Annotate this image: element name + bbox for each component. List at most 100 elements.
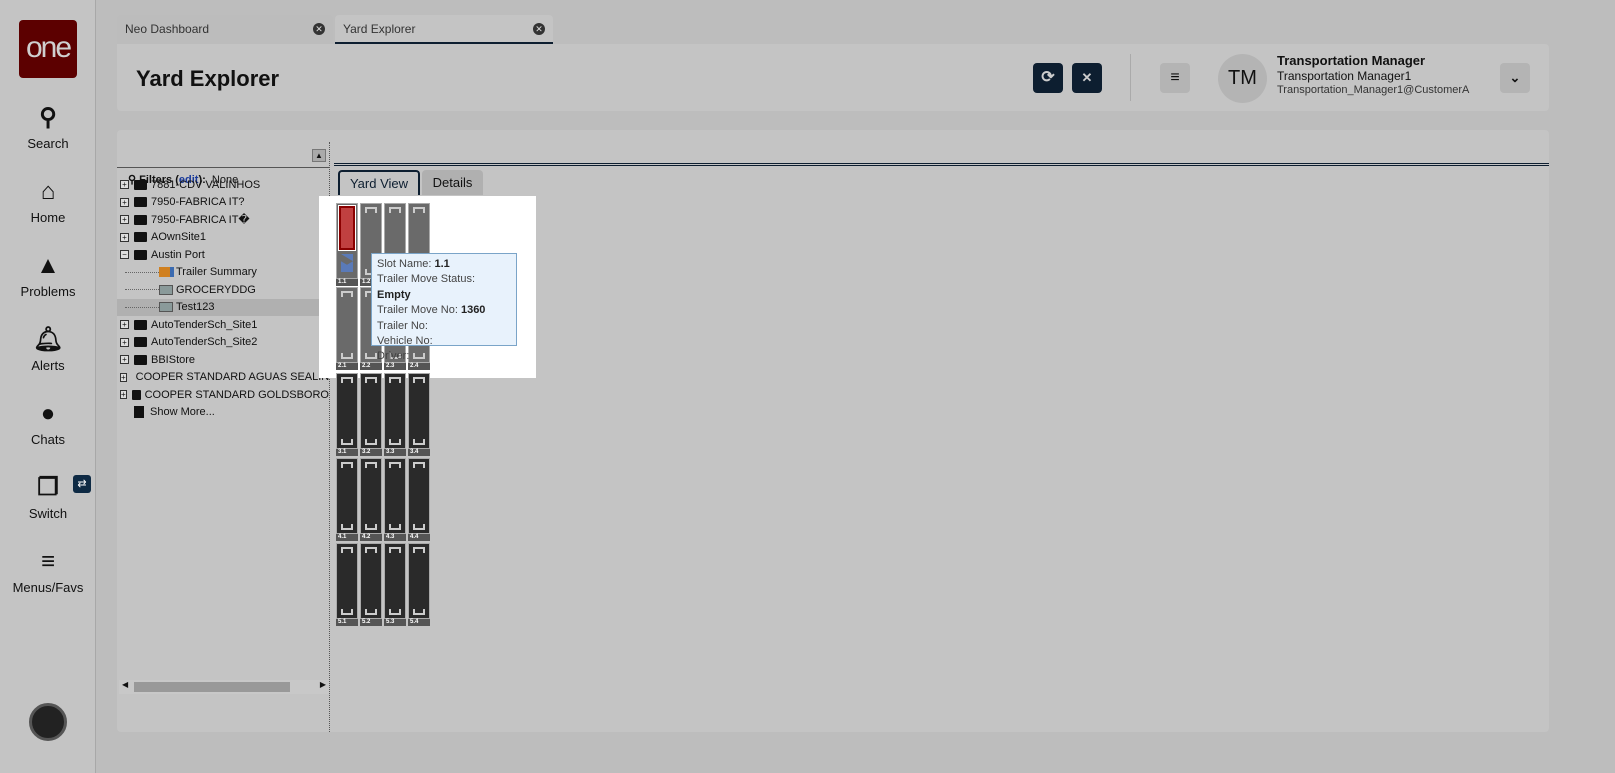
yard-slot[interactable]: [336, 203, 358, 279]
tab-yard-explorer[interactable]: Yard Explorer ✕: [335, 15, 553, 44]
nav-alerts[interactable]: 🔔︎ Alerts: [0, 326, 96, 373]
folder-icon: [134, 337, 147, 347]
yard-slot[interactable]: [408, 543, 430, 619]
tooltip-driver: Driver:: [377, 350, 410, 363]
tree-item[interactable]: + COOPER STANDARD AGUAS SEALING: [117, 369, 329, 386]
expand-icon[interactable]: +: [120, 337, 129, 347]
close-tab-icon[interactable]: ✕: [313, 23, 325, 35]
tree-item[interactable]: GROCERYDDG: [117, 281, 329, 298]
tooltip-trailer-no: Trailer No:: [377, 319, 428, 332]
slot-marker: [365, 353, 377, 359]
expand-icon[interactable]: +: [120, 320, 129, 329]
assistant-avatar-icon[interactable]: [29, 703, 67, 741]
nav-label: Problems: [20, 284, 76, 299]
tree-item[interactable]: + BBIStore: [117, 351, 329, 368]
horizontal-scrollbar[interactable]: ◀ ▶: [119, 680, 329, 694]
tree-item-label: COOPER STANDARD AGUAS SEALING: [135, 371, 329, 383]
slot-marker: [341, 353, 353, 359]
nav-problems[interactable]: ▲ Problems: [0, 252, 96, 299]
divider: [1130, 54, 1131, 101]
expand-icon[interactable]: +: [120, 390, 127, 399]
collapse-button[interactable]: ▲: [312, 149, 326, 162]
tree-item[interactable]: + AOwnSite1: [117, 229, 329, 246]
tree-item[interactable]: + AutoTenderSch_Site2: [117, 334, 329, 351]
truck-icon: [159, 267, 174, 277]
slot-marker: [341, 547, 353, 553]
nav-home[interactable]: ⌂ Home: [0, 178, 96, 225]
tree-item[interactable]: Trailer Summary: [117, 264, 329, 281]
tree-item[interactable]: + COOPER STANDARD GOLDSBORO: [117, 386, 329, 403]
refresh-button[interactable]: ⟳: [1033, 63, 1063, 93]
expand-icon[interactable]: +: [120, 372, 127, 382]
nav-label: Switch: [28, 506, 68, 521]
tree-item-label: Trailer Summary: [176, 266, 257, 278]
collapse-icon[interactable]: −: [120, 250, 129, 259]
yard-icon: [159, 284, 173, 295]
tree-item[interactable]: +7881-CDV VALINHOS: [117, 176, 329, 193]
tree-item[interactable]: + AutoTenderSch_Site1: [117, 316, 329, 333]
tree-item-label: AutoTenderSch_Site2: [151, 336, 258, 348]
truck-icon: [341, 254, 353, 272]
slot-marker: [341, 291, 353, 297]
slot-marker: [413, 462, 425, 468]
tree-item[interactable]: Test123: [117, 298, 329, 316]
nav-chats[interactable]: ● Chats: [0, 400, 96, 447]
tree-item-label: BBIStore: [151, 353, 196, 366]
close-button[interactable]: ✕: [1072, 63, 1102, 93]
yard-slot[interactable]: [336, 287, 358, 363]
yard-icon: [159, 302, 173, 312]
slot-marker: [365, 524, 377, 530]
yard-slot[interactable]: [336, 458, 358, 534]
app-logo[interactable]: one: [19, 20, 77, 78]
tab-yard-view[interactable]: Yard View: [338, 170, 420, 195]
avatar[interactable]: TM: [1218, 54, 1267, 103]
expand-icon[interactable]: +: [120, 355, 129, 364]
tree-item[interactable]: +7950-FABRICA IT?: [117, 194, 329, 211]
yard-slot[interactable]: [360, 458, 382, 534]
yard-slot[interactable]: [336, 373, 358, 449]
tree-item-label: GROCERYDDG: [176, 283, 256, 296]
slot-marker: [365, 547, 377, 553]
yard-slot[interactable]: [384, 543, 406, 619]
yard-slot[interactable]: [408, 458, 430, 534]
slot-marker: [365, 207, 377, 213]
expand-icon[interactable]: +: [120, 180, 129, 189]
tab-details[interactable]: Details: [422, 170, 483, 195]
slot-label: 1.1: [336, 279, 358, 286]
expand-icon[interactable]: +: [120, 197, 129, 207]
user-menu-chevron-down-icon[interactable]: ⌄: [1500, 63, 1530, 93]
menu-button[interactable]: ≡: [1160, 63, 1190, 93]
tree-item[interactable]: − Austin Port: [117, 246, 329, 263]
tree-item-label: Austin Port: [151, 248, 205, 261]
slot-marker: [341, 609, 353, 615]
tree-item[interactable]: +7950-FABRICA IT�: [117, 211, 329, 228]
yard-slot[interactable]: [360, 373, 382, 449]
yard-slot[interactable]: [408, 373, 430, 449]
yard-slot[interactable]: [360, 543, 382, 619]
scrollbar-thumb[interactable]: [134, 682, 290, 692]
slot-marker: [413, 207, 425, 213]
expand-icon[interactable]: +: [120, 215, 129, 224]
tab-neo-dashboard[interactable]: Neo Dashboard ✕: [117, 15, 333, 44]
expand-icon[interactable]: +: [120, 232, 129, 242]
slot-marker: [365, 377, 377, 383]
folder-icon: [134, 354, 147, 365]
tab-label: Neo Dashboard: [125, 22, 210, 36]
nav-search[interactable]: ⚲ Search: [0, 104, 96, 151]
tree-item-label: AutoTenderSch_Site1: [151, 318, 258, 331]
nav-menus-favs[interactable]: ≡ Menus/Favs: [0, 548, 96, 595]
yard-slot[interactable]: [384, 458, 406, 534]
nav-label: Search: [27, 136, 69, 151]
close-tab-icon[interactable]: ✕: [533, 23, 545, 35]
tree-item[interactable]: Show More...: [117, 404, 329, 421]
yard-slot[interactable]: [384, 373, 406, 449]
folder-icon: [134, 197, 147, 207]
folder-icon: [134, 179, 147, 190]
tooltip-slot-name: 1.1: [434, 258, 450, 270]
tree-item-label: 7950-FABRICA IT?: [151, 196, 245, 208]
tab-label: Yard Explorer: [343, 22, 416, 36]
yard-slot[interactable]: [336, 543, 358, 619]
tree-item-label: COOPER STANDARD GOLDSBORO: [144, 388, 329, 401]
tree-item-label: Test123: [176, 301, 215, 313]
slot-label: 3.4: [408, 449, 430, 456]
